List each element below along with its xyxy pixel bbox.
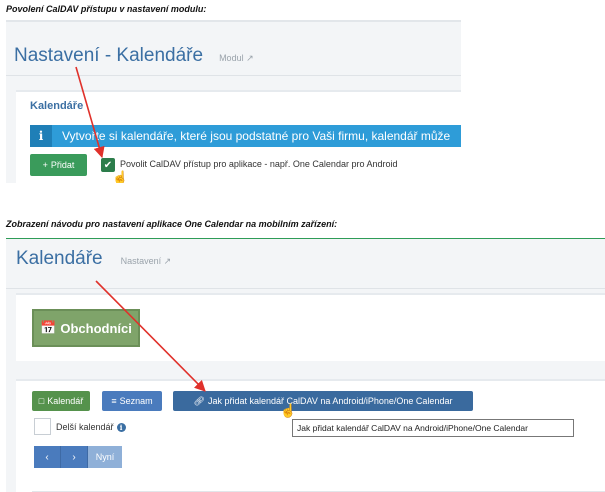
calendar-icon: □	[38, 396, 45, 406]
section-title: Kalendáře	[30, 100, 84, 112]
link-icon: 🔗︎	[193, 395, 205, 406]
calendar-tiles-panel: 📅 Obchodníci	[16, 293, 605, 361]
calendar-view-label: Kalendář	[47, 396, 84, 406]
check-icon: ✔	[103, 159, 113, 171]
settings-screenshot: Nastavení - Kalendáře Modul ↗ Kalendáře …	[6, 20, 461, 183]
howto-tooltip: Jak přidat kalendář CalDAV na Android/iP…	[292, 419, 574, 437]
chevron-right-icon[interactable]: ›	[61, 446, 88, 468]
external-link-icon: ↗	[163, 256, 172, 266]
date-navigation: ‹ › Nyní	[34, 446, 122, 468]
caldav-howto-button[interactable]: 🔗︎ Jak přidat kalendář CalDAV na Android…	[173, 391, 473, 411]
settings-header: Nastavení - Kalendáře Modul ↗	[6, 22, 461, 76]
hand-cursor-icon: ☝	[112, 170, 129, 183]
alert-text: Vytvořte si kalendáře, které jsou podsta…	[62, 129, 451, 143]
settings-link[interactable]: Nastavení ↗	[121, 256, 172, 267]
page-title: Nastavení - Kalendáře	[14, 45, 204, 66]
add-button[interactable]: + Přidat	[30, 154, 87, 176]
list-view-button[interactable]: ≡ Seznam	[102, 391, 162, 411]
caption-one-calendar-guide: Zobrazení návodu pro nastavení aplikace …	[6, 219, 338, 229]
info-circle-icon[interactable]: i	[116, 422, 126, 432]
plus-icon: +	[42, 160, 48, 170]
longer-calendar-checkbox[interactable]	[34, 418, 51, 435]
info-icon: i	[30, 125, 52, 147]
chevron-left-icon[interactable]: ‹	[34, 446, 61, 468]
info-alert: i Vytvořte si kalendáře, které jsou pods…	[30, 125, 461, 147]
calendar-tile-label: Obchodníci	[60, 320, 132, 336]
add-button-label: Přidat	[50, 160, 75, 170]
now-button[interactable]: Nyní	[88, 446, 122, 468]
module-link-label: Modul	[219, 53, 244, 63]
caldav-howto-label: Jak přidat kalendář CalDAV na Android/iP…	[207, 396, 453, 406]
longer-calendar-text: Delší kalendář	[56, 422, 114, 432]
calendar-icon: 📅	[40, 320, 57, 335]
settings-link-label: Nastavení	[120, 256, 162, 266]
calendar-tile[interactable]: 📅 Obchodníci	[32, 309, 140, 347]
calendar-view-panel: □ Kalendář ≡ Seznam 🔗︎ Jak přidat kalend…	[16, 379, 605, 492]
longer-calendar-label: Delší kalendář i	[56, 422, 126, 432]
list-icon: ≡	[111, 396, 117, 406]
page-title: Kalendáře	[16, 248, 103, 269]
calendars-panel: Kalendáře i Vytvořte si kalendáře, které…	[16, 90, 461, 183]
module-link[interactable]: Modul ↗	[219, 53, 254, 64]
calendar-header: Kalendáře Nastavení ↗	[6, 239, 605, 289]
calendar-screenshot: Kalendáře Nastavení ↗ 📅 Obchodníci □ Kal…	[6, 238, 605, 492]
calendar-view-button[interactable]: □ Kalendář	[32, 391, 90, 411]
hand-cursor-icon: ☝	[280, 403, 297, 418]
external-link-icon: ↗	[246, 53, 254, 63]
caldav-checkbox-label: Povolit CalDAV přístup pro aplikace - na…	[120, 159, 398, 169]
caption-caldav-setting: Povolení CalDAV přístupu v nastavení mod…	[6, 4, 207, 14]
list-view-label: Seznam	[119, 396, 153, 406]
